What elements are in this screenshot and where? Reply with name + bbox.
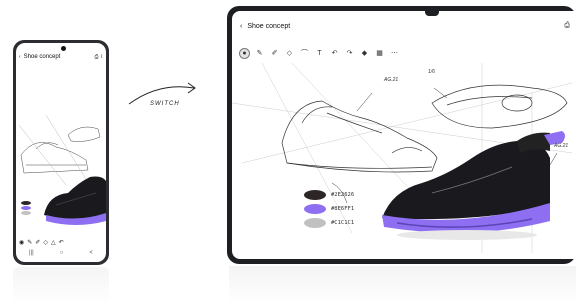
more-icon[interactable]: ⋯ [389,48,400,59]
select-icon[interactable]: ● [239,47,250,59]
phone-top-bar: ‹ Shoe concept ⎙ ⌇ [19,51,103,63]
chevron-left-icon[interactable]: ‹ [240,23,242,30]
lasso-icon[interactable]: △ [51,239,56,246]
undo-icon[interactable]: ↶ [329,48,340,59]
attach-icon[interactable]: ⌇ [101,54,103,60]
switch-label: SWITCH [150,101,180,107]
shoe-sketch-side [281,100,438,173]
pencil-icon[interactable]: ✐ [269,48,280,59]
palette-hex-1: #2E2626 [331,192,355,198]
phone-device: ‹ Shoe concept ⎙ ⌇ ◉ ✎ ✐ ◇ △ ↶ ||| ○ < [13,40,109,265]
tablet-screen: ‹ Shoe concept ⎙ ● ✎ ✐ ◇ ⌒ T ↶ ↷ ◆ ▦ ⋯ A… [232,11,576,259]
annotation-2: 1/6 [428,69,435,75]
palette-swatches [304,190,326,228]
tablet-reflection [229,266,576,305]
phone-reflection [13,267,109,305]
annotation-1: AG.21 [384,77,399,83]
eraser-icon[interactable]: ◇ [284,48,295,59]
shape-icon[interactable]: ◆ [359,48,370,59]
chevron-left-icon[interactable]: ‹ [19,54,21,60]
undo-icon[interactable]: ↶ [59,239,64,246]
phone-nav-bar: ||| ○ < [16,250,106,260]
nav-home[interactable]: ○ [60,250,64,260]
share-icon[interactable]: ⎙ [95,54,99,60]
redo-icon[interactable]: ↷ [344,48,355,59]
tablet-toolbar: ● ✎ ✐ ◇ ⌒ T ↶ ↷ ◆ ▦ ⋯ [239,45,400,61]
eraser-icon[interactable]: ◇ [43,239,48,246]
phone-canvas[interactable] [16,65,106,233]
share-icon[interactable]: ⎙ [564,22,570,30]
grid-icon[interactable]: ▦ [374,48,385,59]
stage: ‹ Shoe concept ⎙ ⌇ ◉ ✎ ✐ ◇ △ ↶ ||| ○ < S… [0,0,576,305]
phone-note-title: Shoe concept [23,54,61,60]
tablet-top-bar: ‹ Shoe concept ⎙ [240,19,570,33]
tablet-note-title: Shoe concept [247,22,291,30]
palette-hex-3: #C1C1C1 [331,220,355,226]
switch-arrow [124,80,204,120]
phone-palette [21,201,31,215]
pen-icon[interactable]: ✎ [254,48,265,59]
tablet-canvas[interactable] [232,63,576,253]
annotation-3: AG.21 [554,143,569,149]
lasso-icon[interactable]: ⌒ [299,48,310,59]
brush-icon[interactable]: ✐ [35,239,40,246]
nav-recents[interactable]: ||| [29,250,34,260]
nav-back[interactable]: < [89,250,93,260]
phone-shoe-render [44,176,106,225]
phone-toolbar: ◉ ✎ ✐ ◇ △ ↶ [19,236,103,248]
pen-icon[interactable]: ✎ [27,239,32,246]
tablet-notch [425,11,439,16]
palette-hex-2: #8E6FF1 [331,206,355,212]
select-icon[interactable]: ◉ [19,239,24,246]
text-icon[interactable]: T [314,48,325,59]
phone-screen: ‹ Shoe concept ⎙ ⌇ ◉ ✎ ✐ ◇ △ ↶ ||| ○ < [16,43,106,262]
shoe-sketch-sole [431,84,568,129]
curved-arrow-icon [128,82,196,105]
tablet-device: ‹ Shoe concept ⎙ ● ✎ ✐ ◇ ⌒ T ↶ ↷ ◆ ▦ ⋯ A… [227,6,576,264]
